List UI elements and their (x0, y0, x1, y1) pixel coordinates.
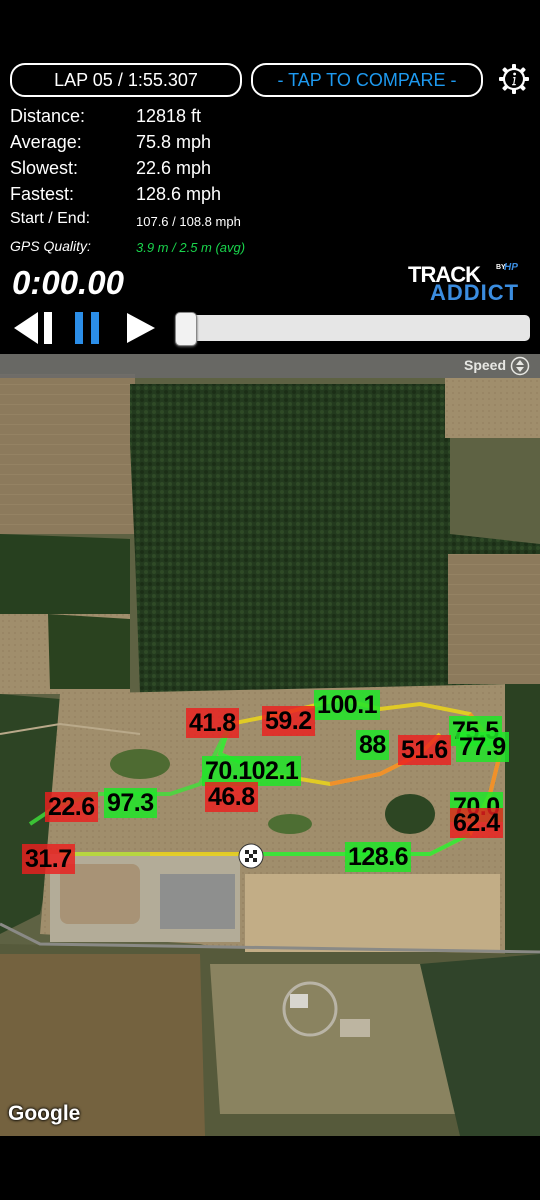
lap-stats: Distance: 12818 ft Average: 75.8 mph Slo… (10, 106, 410, 262)
stat-value: 3.9 m / 2.5 m (avg) (136, 240, 246, 255)
playback-scrubber[interactable] (175, 312, 530, 346)
stat-label: Slowest: (10, 158, 79, 178)
speed-label: 41.8 (186, 708, 239, 738)
stat-label: Start / End: (10, 210, 91, 227)
scrubber-handle[interactable] (175, 312, 197, 346)
stat-label: Fastest: (10, 184, 75, 204)
settings-info-icon[interactable] (498, 63, 530, 95)
top-bar: LAP 05 / 1:55.307 - TAP TO COMPARE - (10, 63, 530, 97)
stat-slowest: Slowest: 22.6 mph (10, 158, 410, 184)
compare-button[interactable]: - TAP TO COMPARE - (251, 63, 483, 97)
speed-label: 51.6 (398, 735, 451, 765)
overlay-mode-label[interactable]: Speed (464, 357, 506, 373)
step-back-icon[interactable] (10, 308, 58, 348)
stat-label: Distance: (10, 106, 86, 126)
play-icon[interactable] (124, 308, 158, 348)
overlay-toggle-icon[interactable] (510, 356, 530, 376)
track-map[interactable]: Speed 100.1 41.8 59.2 75.5 88 51.6 77.9 … (0, 354, 540, 1136)
speed-label: 31.7 (22, 844, 75, 874)
stat-value: 12818 ft (136, 106, 202, 126)
lap-selector-button[interactable]: LAP 05 / 1:55.307 (10, 63, 242, 97)
speed-label: 77.9 (456, 732, 509, 762)
playback-controls (10, 308, 530, 348)
pause-icon[interactable] (72, 308, 102, 348)
logo-hp: HP (504, 262, 518, 273)
google-attribution: Google (8, 1102, 81, 1125)
speed-label: 88 (356, 730, 389, 760)
speed-label: 128.6 (345, 842, 412, 872)
stat-fastest: Fastest: 128.6 mph (10, 184, 410, 210)
speed-label: 22.6 (45, 792, 98, 822)
stat-value: 22.6 mph (136, 158, 212, 178)
stat-value: 75.8 mph (136, 132, 212, 152)
playback-timer: 0:00.00 (12, 264, 124, 301)
start-finish-flag-icon (238, 843, 264, 869)
speed-label: 59.2 (262, 706, 315, 736)
bottom-spacer (0, 1136, 540, 1200)
speed-label: 100.1 (314, 690, 381, 720)
stat-start-end: Start / End: 107.6 / 108.8 mph (10, 210, 410, 236)
map-overlay-bar: Speed (0, 354, 540, 378)
speed-label: 97.3 (104, 788, 157, 818)
stat-value: 128.6 mph (136, 184, 222, 204)
trackaddict-logo: TRACK BY HP ADDICT (408, 262, 530, 305)
speed-label: 46.8 (205, 782, 258, 812)
logo-line2: ADDICT (430, 280, 520, 305)
stat-gps-quality: GPS Quality: 3.9 m / 2.5 m (avg) (10, 236, 410, 262)
speed-label: 62.4 (450, 808, 503, 838)
stat-label: GPS Quality: (10, 238, 91, 254)
stat-distance: Distance: 12818 ft (10, 106, 410, 132)
stat-label: Average: (10, 132, 82, 152)
stat-value: 107.6 / 108.8 mph (136, 214, 241, 229)
stat-average: Average: 75.8 mph (10, 132, 410, 158)
